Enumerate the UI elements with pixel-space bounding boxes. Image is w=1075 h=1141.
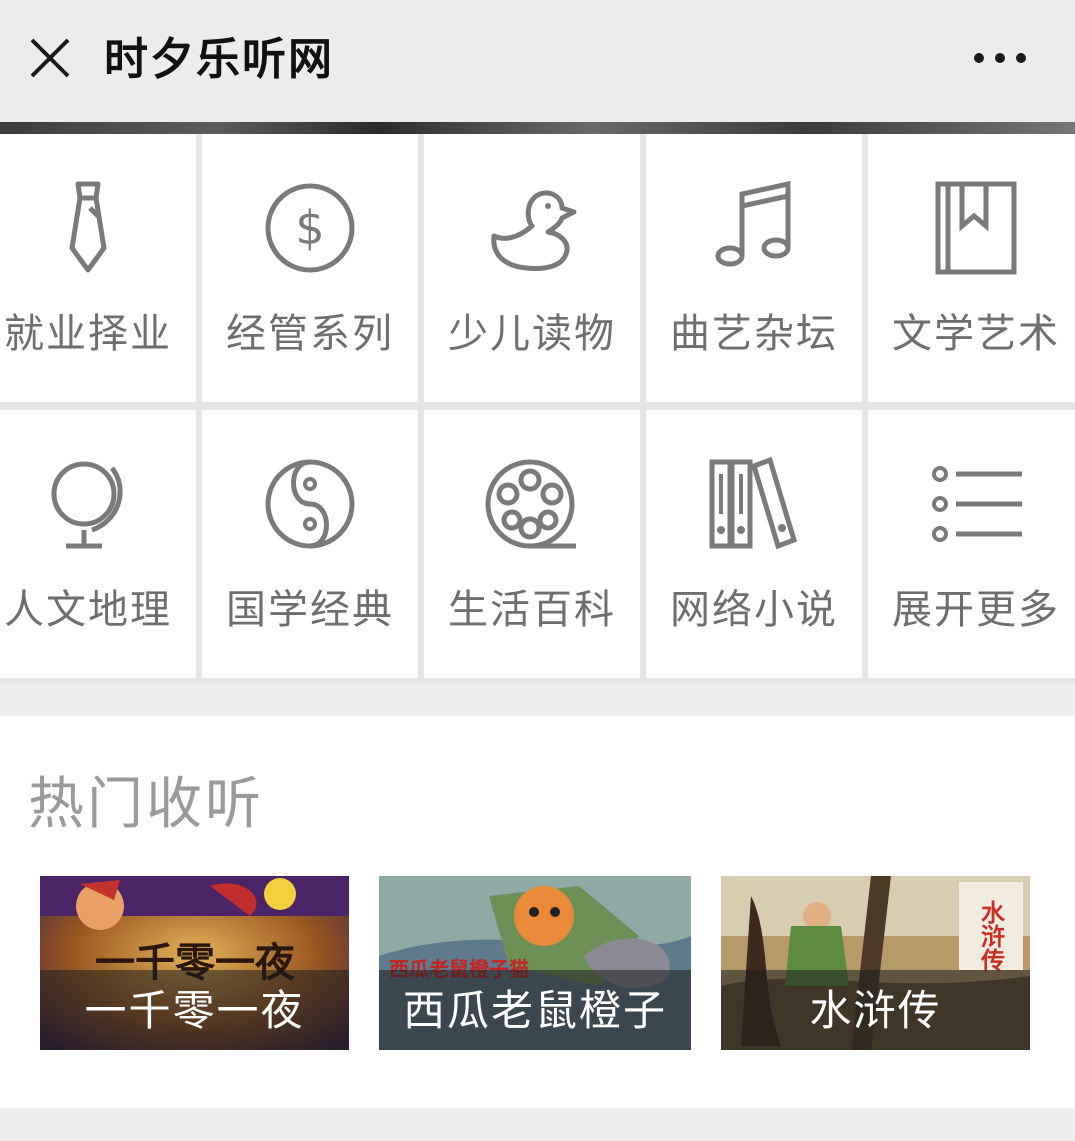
cover-art-text: 水浒传 bbox=[977, 900, 1006, 973]
category-label: 生活百科 bbox=[448, 587, 616, 633]
yin-yang-icon bbox=[265, 459, 355, 549]
category-item-management[interactable]: $ 经管系列 bbox=[202, 134, 418, 402]
category-label: 文学艺术 bbox=[892, 311, 1060, 357]
category-item-classics[interactable]: 国学经典 bbox=[202, 410, 418, 678]
film-reel-icon bbox=[485, 459, 576, 549]
book-icon bbox=[935, 181, 1017, 275]
category-label: 人文地理 bbox=[4, 587, 172, 633]
hot-item-title: 西瓜老鼠橙子 bbox=[402, 986, 667, 1035]
svg-text:$: $ bbox=[295, 201, 324, 255]
category-label: 网络小说 bbox=[670, 587, 838, 633]
hot-item-title: 一千零一夜 bbox=[84, 986, 305, 1035]
category-item-kids[interactable]: 少儿读物 bbox=[424, 134, 640, 402]
category-grid: 就业择业 $ 经管系列 少儿读物 曲艺杂坛 文学艺术 人文地理 国学经典 生活百… bbox=[0, 134, 1075, 684]
hot-item-title: 水浒传 bbox=[809, 986, 942, 1035]
necktie-icon bbox=[69, 181, 107, 273]
duck-icon bbox=[491, 190, 577, 271]
globe-icon bbox=[51, 461, 123, 549]
category-item-web-novels[interactable]: 网络小说 bbox=[646, 410, 862, 678]
banner-image-edge bbox=[0, 122, 1075, 134]
close-icon[interactable] bbox=[22, 30, 78, 86]
more-dots-icon[interactable] bbox=[965, 38, 1035, 78]
dollar-coin-icon: $ bbox=[265, 183, 355, 273]
hot-section: 热门收听 一千零一夜 一千零一夜 西瓜老鼠橙子猫 西瓜老鼠橙子 水浒传 水浒传 bbox=[0, 716, 1075, 1108]
category-label: 经管系列 bbox=[226, 311, 394, 357]
category-label: 国学经典 bbox=[226, 587, 394, 633]
top-bar: 时夕乐听网 bbox=[0, 0, 1075, 123]
music-note-icon bbox=[715, 180, 791, 267]
category-label: 曲艺杂坛 bbox=[670, 311, 838, 357]
hot-item-card[interactable]: 水浒传 水浒传 bbox=[721, 876, 1030, 1050]
category-item-employment[interactable]: 就业择业 bbox=[0, 134, 196, 402]
page-bottom-gap bbox=[0, 1108, 1075, 1141]
category-label: 展开更多 bbox=[892, 587, 1060, 633]
category-item-folk-arts[interactable]: 曲艺杂坛 bbox=[646, 134, 862, 402]
category-item-expand-more[interactable]: 展开更多 bbox=[868, 410, 1075, 678]
category-item-lifestyle[interactable]: 生活百科 bbox=[424, 410, 640, 678]
list-icon bbox=[932, 466, 1022, 542]
category-label: 就业择业 bbox=[4, 311, 172, 357]
category-label: 少儿读物 bbox=[448, 311, 616, 357]
hot-item-card[interactable]: 一千零一夜 一千零一夜 bbox=[40, 876, 349, 1050]
category-item-literature[interactable]: 文学艺术 bbox=[868, 134, 1075, 402]
category-item-geography[interactable]: 人文地理 bbox=[0, 410, 196, 678]
hot-item-card[interactable]: 西瓜老鼠橙子猫 西瓜老鼠橙子 bbox=[379, 876, 691, 1050]
section-title: 热门收听 bbox=[28, 772, 264, 837]
page-title: 时夕乐听网 bbox=[104, 34, 334, 85]
binders-icon bbox=[709, 456, 798, 550]
